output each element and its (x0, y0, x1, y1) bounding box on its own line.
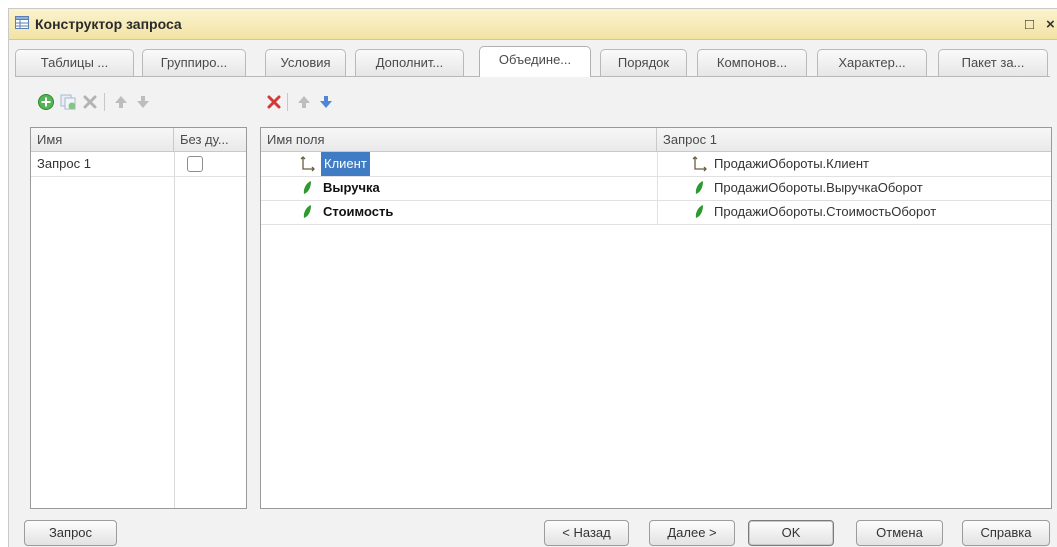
move-up-icon[interactable] (112, 93, 130, 111)
table-row[interactable]: Запрос 1 (31, 152, 246, 177)
field-name-cell: Стоимость (323, 204, 394, 219)
source-field-cell: ПродажиОбороты.Клиент (714, 156, 869, 171)
move-down-icon[interactable] (134, 93, 152, 111)
no-duplicates-checkbox[interactable] (187, 156, 203, 172)
title-bar[interactable]: Конструктор запроса □ × (9, 9, 1057, 40)
maximize-button[interactable]: □ (1025, 16, 1034, 33)
table-row[interactable]: Клиент ПродажиОбороты.Клиент (261, 152, 1051, 177)
column-header-field-name[interactable]: Имя поля (261, 128, 657, 152)
dimension-icon (691, 152, 709, 176)
source-field-cell: ПродажиОбороты.ВыручкаОборот (714, 180, 923, 195)
fields-table: Имя поля Запрос 1 Клиент ПродажиОбороты.… (260, 127, 1052, 509)
move-field-down-icon[interactable] (317, 93, 335, 111)
tab-order[interactable]: Порядок (600, 49, 687, 76)
resource-icon (301, 176, 313, 200)
query-builder-window: Конструктор запроса □ × Таблицы ... Груп… (8, 8, 1057, 547)
tab-conditions[interactable]: Условия (265, 49, 346, 76)
move-field-up-icon[interactable] (295, 93, 313, 111)
resource-icon (301, 200, 313, 224)
table-row[interactable]: Стоимость ПродажиОбороты.СтоимостьОборот (261, 200, 1051, 225)
field-name-cell: Клиент (321, 152, 370, 176)
close-button[interactable]: × (1046, 16, 1055, 33)
resource-icon (693, 200, 705, 224)
query-name-cell: Запрос 1 (37, 156, 91, 171)
column-header-no-duplicates[interactable]: Без ду... (174, 128, 246, 152)
dimension-icon (299, 152, 317, 176)
tab-tables[interactable]: Таблицы ... (15, 49, 134, 76)
column-header-query-1[interactable]: Запрос 1 (657, 128, 1051, 152)
column-divider (657, 152, 658, 224)
tab-characteristics[interactable]: Характер... (817, 49, 927, 76)
help-button[interactable]: Справка (962, 520, 1050, 546)
copy-icon[interactable] (59, 93, 77, 111)
tab-composition[interactable]: Компонов... (697, 49, 807, 76)
selected-field-name[interactable]: Клиент (321, 152, 370, 176)
resource-icon (693, 176, 705, 200)
tab-unions[interactable]: Объедине... (479, 46, 591, 77)
tab-bar: Таблицы ... Группиро... Условия Дополнит… (15, 46, 1057, 79)
table-row[interactable]: Выручка ПродажиОбороты.ВыручкаОборот (261, 176, 1051, 201)
query-button[interactable]: Запрос (24, 520, 117, 546)
no-duplicates-cell (187, 152, 203, 176)
cancel-button[interactable]: Отмена (856, 520, 943, 546)
table-icon (15, 16, 29, 29)
toolbar-separator (287, 93, 288, 111)
toolbar-separator (104, 93, 105, 111)
tab-additional[interactable]: Дополнит... (355, 49, 464, 76)
ok-button[interactable]: OK (748, 520, 834, 546)
column-header-name[interactable]: Имя (31, 128, 174, 152)
tab-batch[interactable]: Пакет за... (938, 49, 1048, 76)
queries-table: Имя Без ду... Запрос 1 (30, 127, 247, 509)
back-button[interactable]: < Назад (544, 520, 629, 546)
add-icon[interactable] (37, 93, 55, 111)
field-name-cell: Выручка (323, 180, 380, 195)
next-button[interactable]: Далее > (649, 520, 735, 546)
source-field-cell: ПродажиОбороты.СтоимостьОборот (714, 204, 937, 219)
window-title: Конструктор запроса (35, 16, 182, 32)
tab-grouping[interactable]: Группиро... (142, 49, 246, 76)
column-divider (174, 152, 175, 508)
delete-icon[interactable] (81, 93, 99, 111)
delete-field-icon[interactable] (265, 93, 283, 111)
